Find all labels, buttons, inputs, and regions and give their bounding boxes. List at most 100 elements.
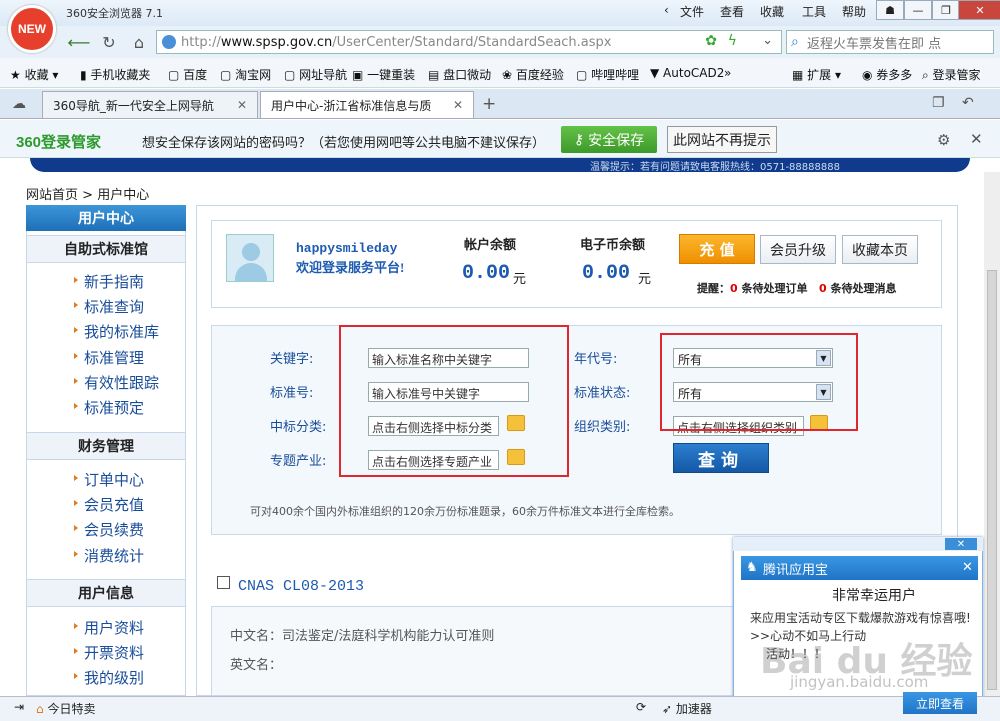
- skin-icon[interactable]: ☗: [876, 0, 904, 20]
- ccs-label: 中标分类:: [270, 420, 327, 435]
- menu-help[interactable]: 帮助: [842, 3, 866, 20]
- year-label: 年代号:: [574, 352, 618, 367]
- result-checkbox[interactable]: [217, 576, 230, 589]
- fav-reinstall[interactable]: ▣ 一键重装: [352, 66, 415, 83]
- settings-gear-icon[interactable]: ⚙: [937, 131, 950, 149]
- sidebar-item-tracking[interactable]: 有效性跟踪: [73, 372, 159, 393]
- new-tab-icon[interactable]: +: [482, 94, 496, 114]
- fav-jingyan[interactable]: ❀ 百度经验: [502, 66, 564, 83]
- rocket-icon: ➶: [662, 702, 673, 716]
- sidebar-item-stats[interactable]: 消费统计: [73, 545, 144, 566]
- avatar: [226, 234, 274, 282]
- more-favorites-icon[interactable]: »: [724, 66, 731, 80]
- ecoin-balance-value: 0.00: [582, 262, 631, 285]
- tab-list-icon[interactable]: ❐: [932, 95, 945, 111]
- search-description: 可对400余个国内外标准组织的120余万份标准题录，60余万件标准文本进行全库检…: [250, 505, 680, 518]
- tab-user-center[interactable]: 用户中心-浙江省标准信息与质 ✕: [260, 91, 474, 118]
- breadcrumb-home[interactable]: 网站首页: [26, 188, 78, 203]
- view-now-button[interactable]: 立即查看: [903, 692, 977, 714]
- minimize-icon[interactable]: —: [904, 0, 932, 20]
- sale-icon: ⌂: [36, 702, 44, 716]
- menu-tools[interactable]: 工具: [802, 3, 826, 20]
- security-icon[interactable]: ✿: [705, 33, 717, 49]
- sidebar-item-orders[interactable]: 订单中心: [73, 469, 144, 490]
- login-manager-link[interactable]: ⌕ 登录管家: [922, 66, 981, 83]
- sidebar-item-manage[interactable]: 标准管理: [73, 347, 144, 368]
- search-text: 返程火车票发售在即 点: [807, 36, 942, 52]
- dropdown-icon[interactable]: ⌄: [762, 33, 773, 48]
- safe-save-button[interactable]: ⚷ 安全保存: [561, 126, 657, 153]
- result-title[interactable]: CNAS CL08-2013: [238, 578, 364, 595]
- menu-view[interactable]: 查看: [720, 3, 744, 20]
- pending-orders-link[interactable]: 条待处理订单: [742, 282, 808, 295]
- recharge-button[interactable]: 充 值: [679, 234, 755, 264]
- upgrade-button[interactable]: 会员升级: [760, 235, 836, 264]
- tab-360-nav[interactable]: 360导航_新一代安全上网导航 ✕: [42, 91, 258, 118]
- home-icon[interactable]: ⌂: [128, 31, 150, 53]
- account-balance-value: 0.00: [462, 262, 511, 285]
- close-bar-icon[interactable]: ✕: [970, 130, 983, 148]
- fav-mobile[interactable]: ▮ 手机收藏夹: [80, 66, 150, 83]
- sidebar-item-reserve[interactable]: 标准预定: [73, 397, 144, 418]
- accelerator-link[interactable]: ➶ 加速器: [662, 700, 712, 717]
- scrollbar-thumb[interactable]: [987, 270, 997, 690]
- fav-pankou[interactable]: ▤ 盘口微动: [428, 66, 491, 83]
- search-input[interactable]: ⌕ 返程火车票发售在即 点: [786, 30, 994, 54]
- fav-bilibili[interactable]: ▢ 哔哩哔哩: [576, 66, 639, 83]
- penguin-icon: ♞: [746, 560, 758, 575]
- sync-icon[interactable]: ⟳: [636, 700, 646, 714]
- fav-taobao[interactable]: ▢ 淘宝网: [220, 66, 271, 83]
- popup-close-icon[interactable]: ✕: [962, 560, 973, 575]
- fav-baidu[interactable]: ▢ 百度: [168, 66, 207, 83]
- globe-icon: [162, 35, 176, 49]
- fav-collect[interactable]: ★ 收藏 ▾: [10, 66, 58, 83]
- sidebar-item-library[interactable]: 我的标准库: [73, 321, 159, 342]
- today-sale-link[interactable]: ⌂ 今日特卖: [36, 700, 95, 717]
- maximize-icon[interactable]: ❐: [932, 0, 960, 20]
- sidebar-toggle-icon[interactable]: ⇥: [14, 700, 24, 714]
- key-icon: ⚷: [573, 131, 585, 148]
- browser-logo[interactable]: NEW: [8, 5, 56, 53]
- sidebar-item-renew[interactable]: 会员续费: [73, 519, 144, 540]
- sidebar-item-recharge[interactable]: 会员充值: [73, 494, 144, 515]
- undo-close-icon[interactable]: ↶: [962, 95, 974, 111]
- login-manager-brand: 360登录管家: [16, 134, 102, 151]
- sidebar-item-search[interactable]: 标准查询: [73, 296, 144, 317]
- app-title: 360安全浏览器 7.1: [66, 7, 163, 20]
- fav-autocad[interactable]: ▼ AutoCAD2: [650, 66, 724, 80]
- popup-outer-close-icon[interactable]: ✕: [945, 538, 977, 550]
- sidebar-item-invoice[interactable]: 开票资料: [73, 642, 144, 663]
- sidebar-section-standards: 自助式标准馆: [27, 235, 185, 263]
- pending-msgs-link[interactable]: 条待处理消息: [831, 282, 897, 295]
- back-icon[interactable]: ⟵: [68, 31, 91, 53]
- refresh-icon[interactable]: ↻: [98, 31, 120, 53]
- coupon-link[interactable]: ◉ 券多多: [862, 66, 912, 83]
- breadcrumb-current: 用户中心: [97, 188, 150, 203]
- bookmark-button[interactable]: 收藏本页: [842, 235, 918, 264]
- menu-file[interactable]: 文件: [680, 3, 704, 20]
- never-prompt-button[interactable]: 此网站不再提示: [667, 126, 777, 153]
- result-cn-name: 中文名：司法鉴定/法庭科学机构能力认可准则: [230, 629, 495, 644]
- pending-msgs-count: 0: [819, 282, 827, 295]
- cloud-icon[interactable]: ☁: [12, 96, 26, 112]
- query-button[interactable]: 查询: [673, 443, 769, 473]
- menu-file-arrow: ‹: [664, 3, 669, 17]
- address-bar[interactable]: http://www.spsp.gov.cn/UserCenter/Standa…: [156, 30, 782, 54]
- sidebar-item-profile[interactable]: 用户资料: [73, 617, 144, 638]
- menu-favorites[interactable]: 收藏: [760, 3, 784, 20]
- sidebar-item-guide[interactable]: 新手指南: [73, 271, 144, 292]
- keyword-label: 关键字:: [270, 352, 314, 367]
- speed-icon[interactable]: ϟ: [728, 33, 737, 49]
- url-path: /UserCenter/Standard/StandardSeach.aspx: [332, 34, 612, 50]
- pending-notice: 提醒：0 条待处理订单 0 条待处理消息: [697, 282, 897, 295]
- account-balance-label: 帐户余额: [464, 238, 517, 253]
- fav-navi[interactable]: ▢ 网址导航: [284, 66, 347, 83]
- sidebar-item-level[interactable]: 我的级别: [73, 667, 144, 688]
- close-icon[interactable]: ✕: [958, 0, 1000, 20]
- pending-orders-count: 0: [730, 282, 738, 295]
- industry-label: 专题产业:: [270, 454, 327, 469]
- highlight-box-left: [339, 325, 569, 477]
- popup-header: ♞ 腾讯应用宝: [741, 556, 978, 580]
- ecoin-balance-unit: 元: [638, 272, 652, 287]
- extensions-menu[interactable]: ▦ 扩展 ▾: [792, 66, 841, 83]
